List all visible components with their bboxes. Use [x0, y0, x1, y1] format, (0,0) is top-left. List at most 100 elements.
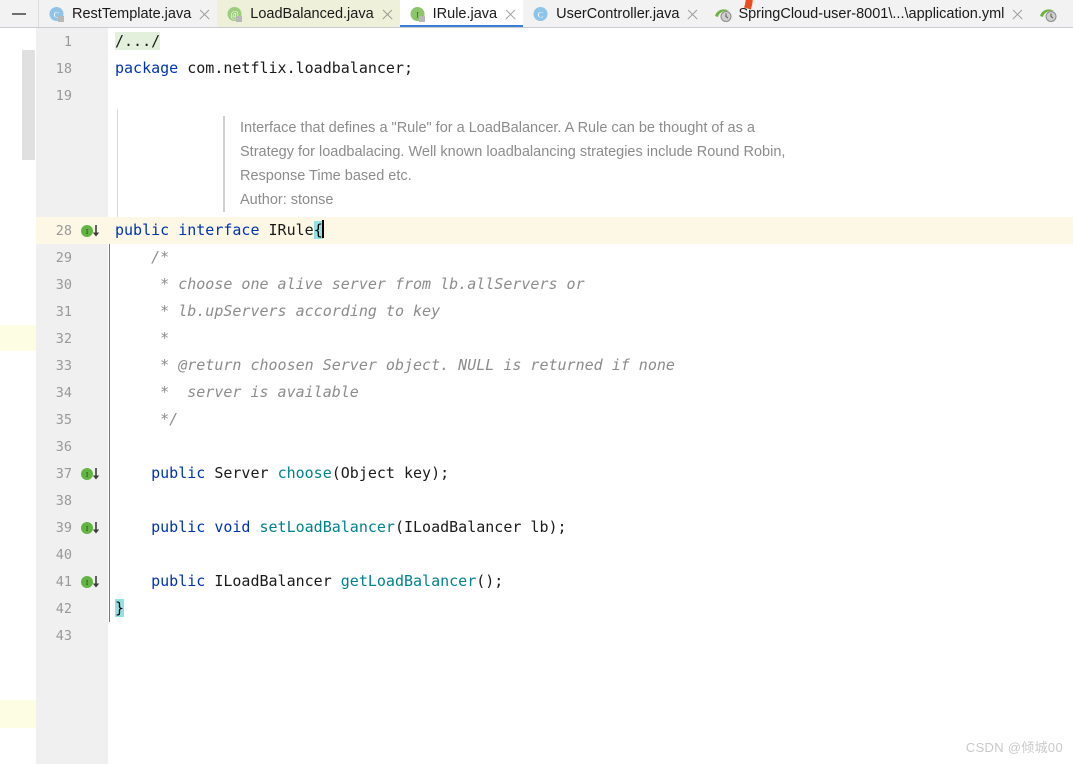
code-line-blank[interactable]	[108, 82, 1073, 109]
editor-tab-resttemplate[interactable]: C RestTemplate.java	[39, 0, 218, 27]
gutter-row: 34	[36, 379, 108, 406]
code-line-method-getloadbalancer[interactable]: public ILoadBalancer getLoadBalancer();	[108, 568, 1073, 595]
close-icon[interactable]	[1011, 8, 1024, 21]
editor-gutter[interactable]: 1 18 19 28 I 29 30 31 32 33 34 35 36 37 …	[36, 28, 109, 764]
keyword-public: public	[151, 464, 206, 482]
line-number: 31	[55, 303, 72, 320]
keyword-public: public	[115, 221, 170, 239]
javadoc-paragraph: Response Time based etc.	[240, 168, 412, 184]
code-line-blank[interactable]	[108, 622, 1073, 649]
method-params: ();	[476, 572, 504, 590]
method-name-setloadbalancer: setLoadBalancer	[259, 518, 395, 536]
code-line-comment[interactable]: *	[108, 325, 1073, 352]
code-line-blank[interactable]	[108, 433, 1073, 460]
line-number: 41	[55, 573, 72, 590]
interface-name: IRule	[268, 221, 314, 239]
code-line-comment[interactable]: * @return choosen Server object. NULL is…	[108, 352, 1073, 379]
svg-text:C: C	[538, 9, 544, 19]
javadoc-author: Author: stonse	[240, 192, 334, 208]
code-line-comment[interactable]: * choose one alive server from lb.allSer…	[108, 271, 1073, 298]
code-line-comment[interactable]: * server is available	[108, 379, 1073, 406]
editor-tab-overflow[interactable]	[1030, 0, 1073, 27]
rendered-javadoc: Interface that defines a "Rule" for a Lo…	[223, 116, 923, 212]
keyword-package: package	[115, 59, 179, 77]
implemented-marker-icon[interactable]: I	[81, 574, 103, 590]
gutter-row: 33	[36, 352, 108, 379]
editor-tab-loadbalanced[interactable]: @ LoadBalanced.java	[217, 0, 400, 27]
line-number: 18	[55, 60, 72, 77]
comment-text: /*	[115, 248, 170, 266]
minus-icon	[12, 12, 26, 15]
method-name-getloadbalancer: getLoadBalancer	[340, 572, 477, 590]
ide-editor-window: C RestTemplate.java @ LoadBalanced.java	[0, 0, 1073, 764]
line-number: 1	[63, 33, 72, 50]
close-icon[interactable]	[198, 8, 211, 21]
line-number: 43	[55, 627, 72, 644]
java-interface-icon: I	[409, 6, 426, 23]
line-number: 42	[55, 600, 72, 617]
implemented-marker-icon[interactable]: I	[81, 223, 103, 239]
editor-tab-bar: C RestTemplate.java @ LoadBalanced.java	[0, 0, 1073, 28]
close-icon[interactable]	[504, 8, 517, 21]
gutter-row: 18	[36, 55, 108, 82]
svg-text:I: I	[416, 9, 419, 19]
gutter-row: 30	[36, 271, 108, 298]
collapse-all-button[interactable]	[0, 0, 39, 27]
line-number: 33	[55, 357, 72, 374]
method-params: (Object key);	[331, 464, 450, 482]
gutter-row: 42	[36, 595, 108, 622]
gutter-row: 29	[36, 244, 108, 271]
implemented-marker-icon[interactable]: I	[81, 520, 103, 536]
code-line-comment[interactable]: */	[108, 406, 1073, 433]
close-icon[interactable]	[381, 8, 394, 21]
line-number: 36	[55, 438, 72, 455]
code-line-blank[interactable]	[108, 541, 1073, 568]
csdn-watermark: CSDN @倾城00	[965, 740, 1063, 755]
code-line-method-setloadbalancer[interactable]: public void setLoadBalancer(ILoadBalance…	[108, 514, 1073, 541]
editor-tab-label: IRule.java	[432, 6, 498, 22]
code-line-package[interactable]: package com.netflix.loadbalancer;	[108, 55, 1073, 82]
line-number: 35	[55, 411, 72, 428]
code-line-interface-decl[interactable]: public interface IRule{	[108, 217, 1073, 244]
gutter-row: 1	[36, 28, 108, 55]
comment-text: * choose one alive server from lb.allSer…	[115, 275, 585, 293]
code-line-comment[interactable]: * lb.upServers according to key	[108, 298, 1073, 325]
return-type: Server	[205, 464, 278, 482]
gutter-row: 35	[36, 406, 108, 433]
code-line-folded[interactable]: /.../	[108, 28, 1073, 55]
code-line-comment[interactable]: /*	[108, 244, 1073, 271]
line-number: 32	[55, 330, 72, 347]
gutter-row-current: 28 I	[36, 217, 108, 244]
code-line-method-choose[interactable]: public Server choose(Object key);	[108, 460, 1073, 487]
vertical-scrollbar-thumb[interactable]	[22, 50, 35, 160]
line-number: 19	[55, 87, 72, 104]
editor-tab-label: LoadBalanced.java	[250, 6, 374, 22]
editor-tab-usercontroller[interactable]: C UserController.java	[523, 0, 706, 27]
code-line-blank[interactable]	[108, 487, 1073, 514]
folded-comment-region[interactable]: /.../	[115, 32, 161, 50]
line-number: 39	[55, 519, 72, 536]
close-icon[interactable]	[686, 8, 699, 21]
code-line-close-brace[interactable]: }	[108, 595, 1073, 622]
search-highlight-band	[0, 325, 36, 351]
code-text-area[interactable]: /.../ package com.netflix.loadbalancer; …	[108, 28, 1073, 764]
editor-error-stripe[interactable]	[0, 28, 37, 764]
line-number: 40	[55, 546, 72, 563]
search-highlight-band	[0, 700, 36, 728]
comment-text: *	[115, 329, 170, 347]
line-number: 38	[55, 492, 72, 509]
editor-tab-label: SpringCloud-user-8001\...\application.ym…	[738, 6, 1005, 22]
javadoc-paragraph: Strategy for loadbalacing. Well known lo…	[240, 144, 786, 160]
editor-tab-label: RestTemplate.java	[72, 6, 192, 22]
java-class-icon: C	[532, 6, 549, 23]
spring-yml-icon	[1039, 6, 1057, 23]
editor-tab-application-yml[interactable]: SpringCloud-user-8001\...\application.ym…	[705, 0, 1031, 27]
editor-tab-irule[interactable]: I IRule.java	[399, 0, 524, 27]
gutter-row: 40	[36, 541, 108, 568]
code-editor: 1 18 19 28 I 29 30 31 32 33 34 35 36 37 …	[0, 28, 1073, 764]
gutter-row: 31	[36, 298, 108, 325]
gutter-row: 19	[36, 82, 108, 109]
implemented-marker-icon[interactable]: I	[81, 466, 103, 482]
